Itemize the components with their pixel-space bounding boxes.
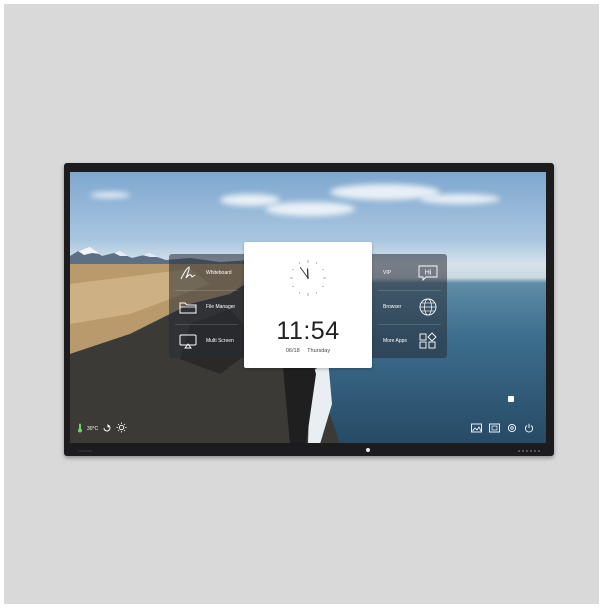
cloud (90, 192, 130, 198)
digital-time: 11:54 (276, 317, 340, 345)
vip-item[interactable]: VIP Hi (372, 256, 447, 290)
wallpaper-icon[interactable] (471, 420, 482, 438)
clock-tick (298, 292, 301, 294)
thermometer-icon (77, 420, 83, 438)
left-menu-panel: Whiteboard File Manager Multi Screen (169, 254, 244, 358)
screenshot-icon[interactable] (489, 420, 500, 438)
weekday-text: Thursday (307, 348, 331, 354)
more-apps-item[interactable]: More Apps (372, 324, 447, 358)
apps-grid-icon (417, 330, 439, 352)
multi-screen-label: Multi Screen (206, 338, 234, 344)
front-buttons[interactable] (518, 450, 540, 452)
whiteboard-label: Whiteboard (206, 270, 232, 276)
clock-tick (292, 268, 294, 271)
hi-text: Hi (425, 270, 432, 277)
clock-tick (315, 262, 318, 264)
browser-item[interactable]: Browser (372, 290, 447, 324)
cloud (220, 194, 280, 206)
eye-care-icon[interactable] (102, 420, 112, 438)
right-menu-panel: VIP Hi Browser More Apps (372, 254, 447, 358)
temperature-text: 30°C (87, 426, 99, 432)
clock-tick (292, 285, 294, 288)
date-line: 06/18 Thursday (244, 348, 372, 354)
globe-icon (417, 296, 439, 318)
more-apps-label: More Apps (383, 338, 407, 344)
analog-clock-icon (290, 260, 326, 296)
status-bar-left: 30°C (77, 420, 127, 438)
home-screen: Whiteboard File Manager Multi Screen 11:… (70, 172, 546, 443)
clock-tick (322, 285, 324, 288)
folder-icon (177, 296, 199, 318)
file-manager-label: File Manager (206, 304, 236, 310)
whiteboard-item[interactable]: Whiteboard (169, 256, 244, 290)
interactive-display: Whiteboard File Manager Multi Screen 11:… (64, 163, 554, 456)
status-bar-right (471, 420, 534, 438)
cloud (420, 194, 500, 204)
front-sensor (366, 448, 370, 452)
date-text: 06/18 (285, 348, 300, 354)
file-manager-item[interactable]: File Manager (169, 290, 244, 324)
floating-toolbar-button[interactable] (508, 396, 514, 402)
browser-label: Browser (383, 304, 402, 310)
clock-tick (298, 262, 301, 264)
clock-tick (315, 292, 318, 294)
clock-tick (322, 268, 324, 271)
cast-icon (177, 330, 199, 352)
pen-icon (177, 262, 199, 284)
settings-icon[interactable] (507, 420, 517, 438)
bezel-mark (78, 450, 92, 452)
multi-screen-item[interactable]: Multi Screen (169, 324, 244, 358)
clock-widget[interactable]: 11:54 06/18 Thursday (244, 242, 372, 368)
brightness-icon[interactable] (116, 420, 127, 438)
power-icon[interactable] (524, 420, 534, 438)
vip-label: VIP (383, 270, 392, 276)
hi-chat-icon: Hi (417, 262, 439, 284)
cloud (265, 202, 355, 216)
